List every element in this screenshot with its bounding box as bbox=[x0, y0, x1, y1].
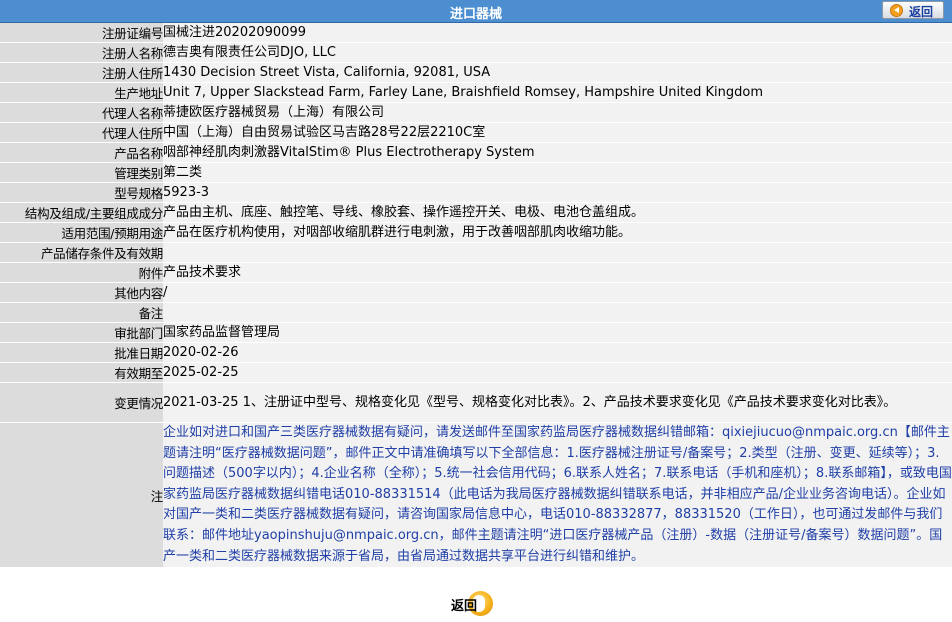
table-row: 变更情况 2021-03-25 1、注册证中型号、规格变化见《型号、规格变化对比… bbox=[0, 382, 952, 423]
field-value: 第二类 bbox=[163, 162, 952, 183]
table-row: 生产地址 Unit 7, Upper Slackstead Farm, Farl… bbox=[0, 82, 952, 103]
field-value: 1430 Decision Street Vista, California, … bbox=[163, 62, 952, 83]
field-label: 产品名称 bbox=[0, 142, 163, 163]
footer-bar: 返回 bbox=[0, 585, 952, 622]
field-label: 注册人名称 bbox=[0, 42, 163, 63]
field-value: 德吉奥有限责任公司DJO, LLC bbox=[163, 42, 952, 63]
field-label: 产品储存条件及有效期 bbox=[0, 242, 163, 263]
field-label: 附件 bbox=[0, 262, 163, 283]
table-row: 代理人名称 蒂捷欧医疗器械贸易（上海）有限公司 bbox=[0, 102, 952, 123]
table-row: 注册人住所 1430 Decision Street Vista, Califo… bbox=[0, 62, 952, 83]
table-row: 附件 产品技术要求 bbox=[0, 262, 952, 283]
field-value bbox=[163, 242, 952, 263]
back-button-bottom[interactable]: 返回 bbox=[448, 590, 498, 618]
table-row: 注册证编号 国械注进20202090099 bbox=[0, 23, 952, 43]
note-text: 企业如对进口和国产三类医疗器械数据有疑问，请发送邮件至国家药监局医疗器械数据纠错… bbox=[163, 422, 952, 569]
field-label: 生产地址 bbox=[0, 82, 163, 103]
field-label: 审批部门 bbox=[0, 322, 163, 343]
back-button-label: 返回 bbox=[909, 5, 934, 19]
field-value: Unit 7, Upper Slackstead Farm, Farley La… bbox=[163, 82, 952, 103]
table-row: 注册人名称 德吉奥有限责任公司DJO, LLC bbox=[0, 42, 952, 63]
field-value: 2025-02-25 bbox=[163, 362, 952, 383]
back-arrow-icon bbox=[890, 4, 903, 17]
table-row: 批准日期 2020-02-26 bbox=[0, 342, 952, 363]
table-row: 有效期至 2025-02-25 bbox=[0, 362, 952, 383]
field-value: 产品由主机、底座、触控笔、导线、橡胶套、操作遥控开关、电极、电池仓盖组成。 bbox=[163, 202, 952, 223]
field-label: 注 bbox=[0, 422, 163, 569]
table-row: 备注 bbox=[0, 302, 952, 323]
field-value: 2021-03-25 1、注册证中型号、规格变化见《型号、规格变化对比表》。2、… bbox=[163, 382, 952, 423]
field-value: 国家药品监督管理局 bbox=[163, 322, 952, 343]
field-label: 其他内容 bbox=[0, 282, 163, 303]
field-value: 国械注进20202090099 bbox=[163, 23, 952, 43]
field-value: 产品技术要求 bbox=[163, 262, 952, 283]
table-row: 注 企业如对进口和国产三类医疗器械数据有疑问，请发送邮件至国家药监局医疗器械数据… bbox=[0, 422, 952, 569]
field-value: / bbox=[163, 282, 952, 303]
field-label: 代理人住所 bbox=[0, 122, 163, 143]
table-row: 产品储存条件及有效期 bbox=[0, 242, 952, 263]
field-value: 产品在医疗机构使用，对咽部收缩肌群进行电刺激，用于改善咽部肌肉收缩功能。 bbox=[163, 222, 952, 243]
field-value: 咽部神经肌肉刺激器VitalStim® Plus Electrotherapy … bbox=[163, 142, 952, 163]
field-label: 注册证编号 bbox=[0, 23, 163, 43]
page-title: 进口器械 bbox=[449, 7, 502, 22]
field-value: 2020-02-26 bbox=[163, 342, 952, 363]
table-row: 产品名称 咽部神经肌肉刺激器VitalStim® Plus Electrothe… bbox=[0, 142, 952, 163]
field-label: 结构及组成/主要组成成分 bbox=[0, 202, 163, 223]
field-value: 5923-3 bbox=[163, 182, 952, 203]
field-label: 型号规格 bbox=[0, 182, 163, 203]
table-row: 其他内容 / bbox=[0, 282, 952, 303]
field-label: 代理人名称 bbox=[0, 102, 163, 123]
table-row: 代理人住所 中国（上海）自由贸易试验区马吉路28号22层2210C室 bbox=[0, 122, 952, 143]
field-label: 注册人住所 bbox=[0, 62, 163, 83]
field-label: 变更情况 bbox=[0, 382, 163, 423]
table-row: 审批部门 国家药品监督管理局 bbox=[0, 322, 952, 343]
back-button-top[interactable]: 返回 bbox=[882, 1, 944, 19]
table-row: 适用范围/预期用途 产品在医疗机构使用，对咽部收缩肌群进行电刺激，用于改善咽部肌… bbox=[0, 222, 952, 243]
field-value: 蒂捷欧医疗器械贸易（上海）有限公司 bbox=[163, 102, 952, 123]
field-value bbox=[163, 302, 952, 323]
field-label: 管理类别 bbox=[0, 162, 163, 183]
title-bar: 进口器械 返回 bbox=[0, 0, 952, 23]
table-row: 管理类别 第二类 bbox=[0, 162, 952, 183]
field-label: 适用范围/预期用途 bbox=[0, 222, 163, 243]
table-row: 结构及组成/主要组成成分 产品由主机、底座、触控笔、导线、橡胶套、操作遥控开关、… bbox=[0, 202, 952, 223]
device-info-table: 注册证编号 国械注进20202090099 注册人名称 德吉奥有限责任公司DJO… bbox=[0, 23, 952, 569]
table-row: 型号规格 5923-3 bbox=[0, 182, 952, 203]
field-label: 批准日期 bbox=[0, 342, 163, 363]
field-label: 有效期至 bbox=[0, 362, 163, 383]
back-button-label: 返回 bbox=[451, 599, 478, 614]
field-label: 备注 bbox=[0, 302, 163, 323]
field-value: 中国（上海）自由贸易试验区马吉路28号22层2210C室 bbox=[163, 122, 952, 143]
